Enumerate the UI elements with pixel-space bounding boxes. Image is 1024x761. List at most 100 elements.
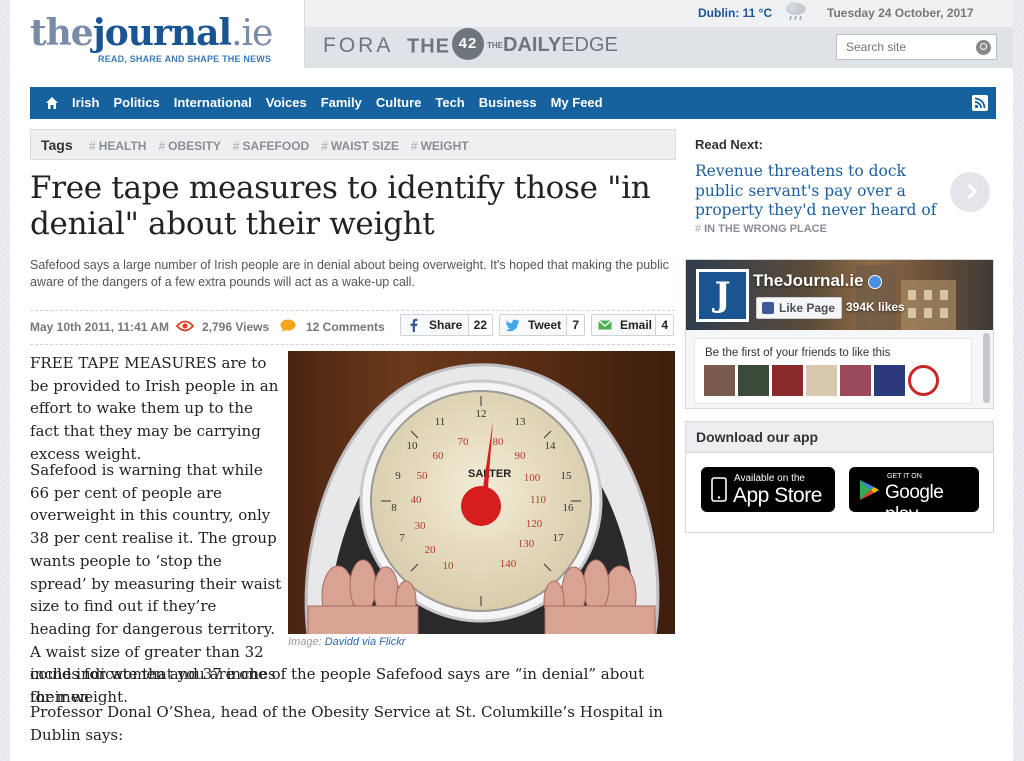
nav-family[interactable]: Family bbox=[321, 87, 362, 119]
article-meta: May 10th 2011, 11:41 AM 2,796 Views 12 C… bbox=[30, 314, 675, 340]
svg-text:8: 8 bbox=[391, 502, 397, 514]
tweet-button[interactable]: Tweet 7 bbox=[499, 314, 585, 336]
tag-obesity[interactable]: # OBESITY bbox=[158, 139, 220, 153]
search-icon[interactable] bbox=[976, 40, 991, 55]
avatar[interactable] bbox=[806, 365, 837, 396]
email-count: 4 bbox=[655, 315, 673, 335]
facebook-likes-count: 394K likes bbox=[846, 300, 905, 314]
friends-text: Be the first of your friends to like thi… bbox=[705, 347, 891, 359]
avatar[interactable] bbox=[704, 365, 735, 396]
comment-bubble-icon[interactable] bbox=[280, 319, 296, 333]
next-article-arrow-icon[interactable] bbox=[950, 172, 990, 212]
weather-row: Dublin: 11 °C Tuesday 24 October, 2017 bbox=[305, 0, 1013, 27]
facebook-share-count: 22 bbox=[467, 315, 492, 335]
svg-text:70: 70 bbox=[458, 436, 470, 448]
fora-link[interactable]: FORA bbox=[323, 34, 393, 58]
avatar[interactable] bbox=[840, 365, 871, 396]
dailyedge-edge: EDGE bbox=[561, 34, 618, 56]
logo-area[interactable]: thejournal.ie READ, SHARE AND SHAPE THE … bbox=[10, 0, 305, 68]
google-play-button[interactable]: GET IT ON Google play bbox=[849, 467, 979, 525]
comment-count-link[interactable]: 12 Comments bbox=[306, 320, 385, 334]
app-store-big-text: App Store bbox=[733, 484, 822, 507]
read-next-link[interactable]: Revenue threatens to dock public servant… bbox=[695, 162, 940, 221]
site-logo[interactable]: thejournal.ie bbox=[30, 12, 273, 54]
the42-prefix: THE bbox=[407, 35, 450, 58]
read-next-tag[interactable]: # IN THE WRONG PLACE bbox=[695, 223, 827, 235]
facebook-share-label: Share bbox=[429, 318, 463, 332]
widget-scrollbar[interactable] bbox=[983, 333, 990, 403]
tag-text: WAIST SIZE bbox=[330, 139, 399, 153]
logo-the: the bbox=[30, 12, 94, 54]
views-eye-icon bbox=[176, 320, 194, 332]
like-page-button[interactable]: Like Page bbox=[756, 297, 843, 319]
svg-text:50: 50 bbox=[417, 470, 429, 482]
email-envelope-icon bbox=[598, 319, 612, 330]
publish-date: May 10th 2011, 11:41 AM bbox=[30, 320, 169, 334]
image-caption: Image: Davidd via Flickr bbox=[288, 636, 405, 648]
google-play-icon bbox=[860, 480, 879, 500]
svg-text:80: 80 bbox=[493, 436, 505, 448]
logo-letter: J bbox=[699, 272, 746, 319]
tag-weight[interactable]: # WEIGHT bbox=[411, 139, 469, 153]
avatar[interactable] bbox=[874, 365, 905, 396]
read-next-tag-text: IN THE WRONG PLACE bbox=[704, 223, 827, 235]
facebook-page-name[interactable]: TheJournal.ie bbox=[753, 271, 882, 291]
tag-health[interactable]: # HEALTH bbox=[89, 139, 146, 153]
svg-text:120: 120 bbox=[526, 518, 543, 530]
tag-waist-size[interactable]: # WAIST SIZE bbox=[321, 139, 399, 153]
image-credit-link[interactable]: Davidd via Flickr bbox=[325, 636, 406, 648]
article-image[interactable]: 12 13 14 15 16 17 11 10 9 87 70 80 90 100 110 120 … bbox=[288, 351, 675, 634]
the42-link[interactable]: THE 42 bbox=[407, 28, 484, 60]
search-box[interactable] bbox=[836, 34, 997, 60]
article-paragraph: Professor Donal O’Shea, head of the Obes… bbox=[30, 703, 663, 744]
nav-business[interactable]: Business bbox=[479, 87, 537, 119]
home-icon[interactable] bbox=[45, 96, 59, 110]
logo-journal: journal bbox=[92, 12, 232, 54]
dailyedge-prefix: THE bbox=[487, 41, 503, 51]
svg-text:110: 110 bbox=[530, 494, 547, 506]
nav-international[interactable]: International bbox=[174, 87, 252, 119]
tags-label: Tags bbox=[41, 137, 73, 153]
tag-safefood[interactable]: # SAFEFOOD bbox=[233, 139, 309, 153]
google-play-big-text: Google play bbox=[885, 482, 944, 525]
facebook-share-button[interactable]: Share 22 bbox=[400, 314, 493, 336]
scale-brand-label: SALTER bbox=[468, 468, 511, 480]
avatar[interactable] bbox=[772, 365, 803, 396]
nav-culture[interactable]: Culture bbox=[376, 87, 422, 119]
avatar[interactable] bbox=[738, 365, 769, 396]
svg-text:17: 17 bbox=[553, 532, 565, 544]
view-count: 2,796 Views bbox=[202, 320, 270, 334]
thejournal-page-logo[interactable]: J bbox=[696, 269, 749, 322]
hash-icon: # bbox=[321, 139, 328, 153]
email-share-button[interactable]: Email 4 bbox=[591, 314, 674, 336]
read-next-label: Read Next: bbox=[695, 137, 763, 152]
search-input[interactable] bbox=[837, 35, 967, 59]
rain-cloud-icon bbox=[786, 2, 806, 21]
svg-text:90: 90 bbox=[515, 450, 527, 462]
nav-tech[interactable]: Tech bbox=[435, 87, 464, 119]
the42-number: 42 bbox=[452, 28, 484, 60]
nav-irish[interactable]: Irish bbox=[72, 87, 99, 119]
friends-box: Be the first of your friends to like thi… bbox=[694, 338, 972, 404]
svg-text:16: 16 bbox=[563, 502, 575, 514]
logo-ie: .ie bbox=[231, 13, 273, 54]
nav-my-feed[interactable]: My Feed bbox=[551, 87, 603, 119]
dailyedge-daily: DAILY bbox=[503, 34, 562, 56]
avatar[interactable] bbox=[908, 365, 939, 396]
tag-text: SAFEFOOD bbox=[242, 139, 310, 153]
nav-voices[interactable]: Voices bbox=[266, 87, 307, 119]
page-name-text: TheJournal.ie bbox=[753, 271, 864, 290]
caption-prefix: Image: bbox=[288, 636, 322, 648]
svg-text:11: 11 bbox=[435, 416, 446, 428]
app-heading: Download our app bbox=[696, 429, 819, 445]
app-heading-bar: Download our app bbox=[686, 422, 993, 453]
svg-text:7: 7 bbox=[399, 532, 405, 544]
hash-icon: # bbox=[158, 139, 166, 153]
dailyedge-link[interactable]: THEDAILYEDGE bbox=[487, 34, 618, 57]
hash-icon: # bbox=[410, 139, 418, 153]
hash-icon: # bbox=[232, 139, 240, 153]
nav-politics[interactable]: Politics bbox=[113, 87, 159, 119]
article-standfirst: Safefood says a large number of Irish pe… bbox=[30, 258, 669, 289]
rss-icon[interactable] bbox=[972, 95, 988, 111]
app-store-button[interactable]: Available on the App Store bbox=[701, 467, 835, 512]
